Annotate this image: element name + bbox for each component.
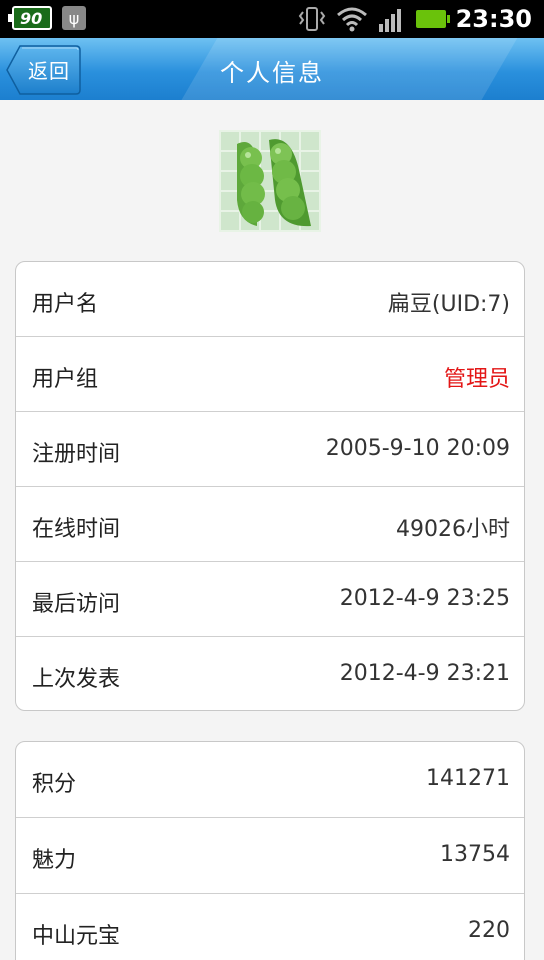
pea-pod-image [237,139,311,227]
title-bar: 返回 个人信息 [0,38,544,100]
username-label: 用户名 [32,292,99,317]
wifi-icon [336,7,367,32]
charm-value: 13754 [440,842,510,867]
row-points: 积分 141271 [16,742,524,818]
battery-level-text: 90 [20,9,43,28]
points-label: 积分 [32,772,77,797]
row-currency: 中山元宝 220 [16,894,524,960]
register-time-label: 注册时间 [32,442,121,467]
row-last-post: 上次发表 2012-4-9 23:21 [16,637,524,710]
currency-label: 中山元宝 [32,924,121,949]
battery-level-icon: 90 [8,6,52,30]
row-charm: 魅力 13754 [16,818,524,894]
row-online-time: 在线时间 49026小时 [16,487,524,562]
online-time-value: 49026小时 [396,517,510,542]
vibrate-icon [298,7,325,31]
last-post-label: 上次发表 [32,667,121,692]
signal-icon [378,9,401,32]
user-group-value: 管理员 [443,367,510,392]
profile-info-card: 用户名 扁豆(UID:7) 用户组 管理员 注册时间 2005-9-10 20:… [15,261,525,711]
page-title: 个人信息 [220,59,324,87]
status-left-icons: 90 ψ [8,6,86,30]
status-right-icons: 23:30 [298,4,532,34]
row-username: 用户名 扁豆(UID:7) [16,262,524,337]
last-post-value: 2012-4-9 23:21 [339,661,510,686]
last-visit-value: 2012-4-9 23:25 [339,586,510,611]
points-value: 141271 [426,766,510,791]
row-last-visit: 最后访问 2012-4-9 23:25 [16,562,524,637]
stats-card: 积分 141271 魅力 13754 中山元宝 220 [15,741,525,960]
row-register-time: 注册时间 2005-9-10 20:09 [16,412,524,487]
last-visit-label: 最后访问 [32,592,121,617]
battery-charging-icon [415,10,450,28]
status-bar: 90 ψ 23:30 [0,0,544,38]
status-time: 23:30 [455,5,532,33]
register-time-value: 2005-9-10 20:09 [325,436,510,461]
charm-label: 魅力 [32,848,77,873]
usb-icon: ψ [62,6,86,30]
username-value: 扁豆(UID:7) [387,292,510,317]
currency-value: 220 [468,918,510,943]
avatar[interactable] [219,130,321,232]
user-group-label: 用户组 [32,367,99,392]
row-user-group: 用户组 管理员 [16,337,524,412]
online-time-label: 在线时间 [32,517,121,542]
